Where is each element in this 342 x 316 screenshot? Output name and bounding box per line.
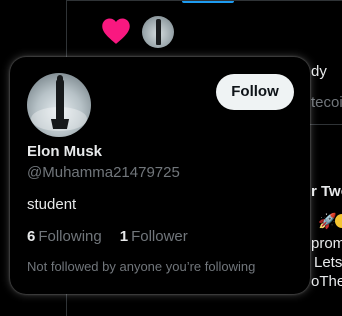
bio: student — [27, 196, 77, 213]
avatar[interactable] — [142, 16, 174, 48]
follow-stats: 6 Following 1 Follower — [27, 228, 188, 245]
mutuals-note: Not followed by anyone you’re following — [27, 259, 256, 274]
timeline-text: Lets — [314, 254, 342, 271]
avatar[interactable] — [27, 73, 91, 137]
timeline-text: prom — [311, 235, 342, 252]
profile-hover-card: Follow Elon Musk @Muhamma21479725 studen… — [10, 57, 310, 294]
emoji-icon — [335, 214, 342, 228]
heart-icon[interactable] — [101, 17, 131, 45]
timeline-text: oThe — [311, 273, 342, 290]
timeline-text: r Two — [311, 183, 342, 200]
timeline-text: tecoin — [311, 94, 342, 111]
rocket-icon: 🚀 — [318, 213, 337, 230]
followers-link[interactable]: 1 Follower — [120, 228, 188, 245]
timeline-text: dy — [311, 63, 327, 80]
follow-button[interactable]: Follow — [216, 74, 294, 110]
following-link[interactable]: 6 Following — [27, 228, 102, 245]
user-handle[interactable]: @Muhamma21479725 — [27, 164, 180, 181]
divider — [67, 0, 342, 1]
following-label: Following — [38, 228, 102, 245]
followers-count: 1 — [119, 228, 129, 245]
following-count: 6 — [27, 228, 36, 245]
followers-label: Follower — [131, 228, 188, 245]
display-name[interactable]: Elon Musk — [27, 143, 102, 160]
